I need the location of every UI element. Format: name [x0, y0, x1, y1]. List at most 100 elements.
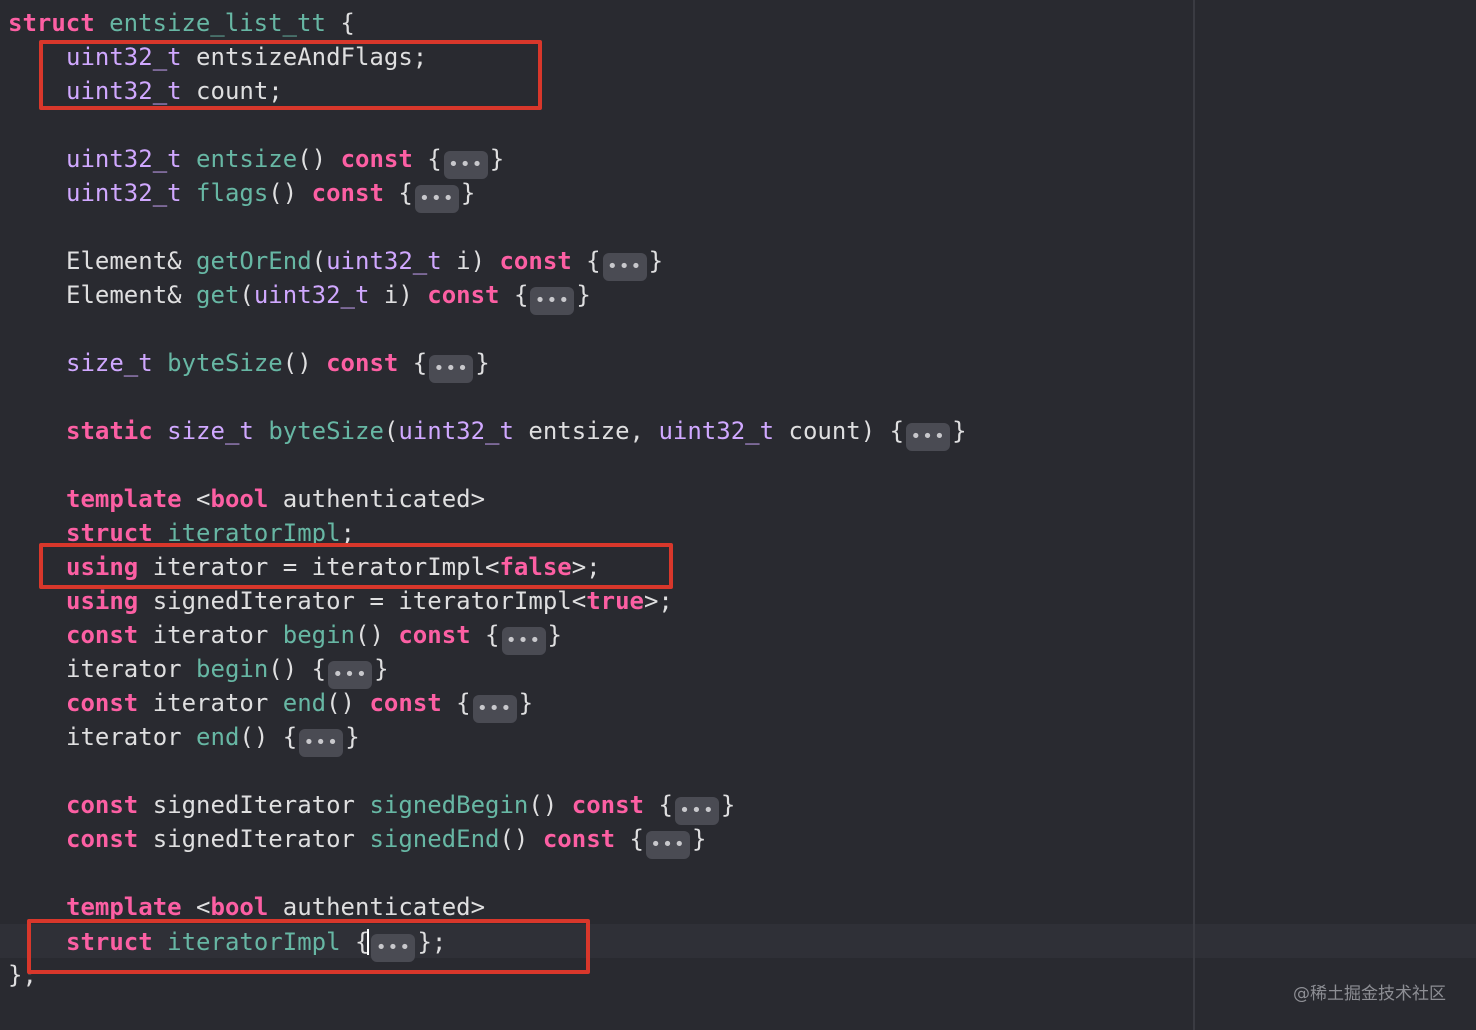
code-line[interactable]: const iterator end() const {•••}	[66, 686, 533, 723]
plain-token: }	[475, 349, 490, 377]
function-token: begin	[282, 621, 355, 649]
plain-token: i)	[369, 281, 428, 309]
code-line[interactable]: static size_t byteSize(uint32_t entsize,…	[66, 414, 967, 451]
highlight-box-iterator-impl	[27, 919, 590, 974]
plain-token: <	[181, 893, 211, 921]
plain-token: }	[692, 825, 707, 853]
function-token: getOrEnd	[196, 247, 312, 275]
function-token: signedBegin	[369, 791, 529, 819]
code-fold-ellipsis[interactable]: •••	[472, 695, 517, 723]
code-line[interactable]: iterator begin() {•••}	[66, 652, 389, 689]
plain-token: {	[383, 179, 413, 207]
keyword-token: const	[311, 179, 384, 207]
plain-token: <	[181, 485, 211, 513]
code-fold-ellipsis[interactable]: •••	[530, 287, 575, 315]
function-token: end	[282, 689, 327, 717]
plain-token: }	[374, 655, 389, 683]
plain-token: }	[648, 247, 664, 275]
plain-token: ()	[282, 349, 327, 377]
plain-token: (	[383, 417, 399, 445]
plain-token: {	[398, 349, 428, 377]
code-line[interactable]: using signedIterator = iteratorImpl<true…	[66, 584, 673, 618]
code-fold-ellipsis[interactable]: •••	[443, 151, 488, 179]
plain-token: ()	[499, 825, 543, 853]
plain-token: {	[644, 791, 673, 819]
function-token: get	[196, 281, 240, 309]
plain-token: {	[571, 247, 601, 275]
highlight-box-iterator	[39, 543, 673, 589]
code-editor[interactable]: struct entsize_list_tt { uint32_t entsiz…	[0, 0, 1476, 1030]
code-fold-ellipsis[interactable]: •••	[646, 831, 690, 859]
function-token: flags	[196, 179, 269, 207]
plain-token: {	[441, 689, 471, 717]
struct-name-token: entsize_list_tt	[109, 9, 326, 37]
code-line[interactable]: uint32_t entsize() const {•••}	[66, 142, 505, 179]
plain-token: {	[325, 9, 355, 37]
code-line[interactable]: const signedIterator signedEnd() const {…	[66, 822, 707, 859]
keyword-token: const	[66, 689, 139, 717]
code-line[interactable]: size_t byteSize() const {•••}	[66, 346, 490, 383]
type-token: uint32_t	[398, 417, 514, 445]
plain-token: }	[952, 417, 967, 445]
keyword-token: const	[571, 791, 644, 819]
plain-token: (	[311, 247, 327, 275]
plain-token: }	[720, 791, 736, 819]
code-line[interactable]: const signedIterator signedBegin() const…	[66, 788, 736, 825]
plain-token: authenticated>	[268, 893, 486, 921]
keyword-token: template	[66, 485, 182, 513]
page-guide-line	[1193, 0, 1195, 1030]
plain-token: >;	[643, 587, 673, 615]
keyword-token: const	[398, 621, 471, 649]
watermark: @稀土掘金技术社区	[1293, 984, 1446, 1004]
keyword-token: const	[340, 145, 413, 173]
plain-token: () {	[239, 723, 298, 751]
plain-token: {	[615, 825, 644, 853]
plain-token: }	[489, 145, 505, 173]
keyword-token: bool	[210, 893, 269, 921]
keyword-token: const	[499, 247, 572, 275]
code-fold-ellipsis[interactable]: •••	[328, 661, 373, 689]
keyword-token: static	[66, 417, 153, 445]
keyword-token: const	[542, 825, 616, 853]
keyword-token: using	[66, 587, 139, 615]
code-line[interactable]: uint32_t flags() const {•••}	[66, 176, 475, 213]
code-fold-ellipsis[interactable]: •••	[501, 627, 546, 655]
keyword-token: const	[66, 825, 139, 853]
code-fold-ellipsis[interactable]: •••	[602, 253, 647, 281]
plain-token: ()	[297, 145, 341, 173]
code-line[interactable]: iterator end() {•••}	[66, 720, 360, 757]
function-token: signedEnd	[369, 825, 500, 853]
type-token: uint32_t	[658, 417, 775, 445]
code-line[interactable]: struct entsize_list_tt {	[8, 6, 355, 40]
code-line[interactable]: Element& get(uint32_t i) const {•••}	[66, 278, 591, 315]
code-line[interactable]: const iterator begin() const {•••}	[66, 618, 562, 655]
type-token: size_t	[167, 417, 254, 445]
keyword-token: const	[427, 281, 500, 309]
highlight-box-fields	[39, 40, 542, 110]
code-fold-ellipsis[interactable]: •••	[414, 185, 459, 213]
plain-token: i)	[441, 247, 500, 275]
plain-token: ()	[528, 791, 572, 819]
plain-token: }	[547, 621, 562, 649]
code-fold-ellipsis[interactable]: •••	[429, 355, 474, 383]
type-token: uint32_t	[326, 247, 442, 275]
code-line[interactable]: Element& getOrEnd(uint32_t i) const {•••…	[66, 244, 664, 281]
plain-token: Element&	[66, 247, 197, 275]
code-fold-ellipsis[interactable]: •••	[674, 797, 719, 825]
plain-token: }	[576, 281, 591, 309]
code-fold-ellipsis[interactable]: •••	[906, 423, 951, 451]
type-token: size_t	[66, 349, 153, 377]
type-token: uint32_t	[66, 179, 182, 207]
plain-token: ()	[326, 689, 370, 717]
plain-token: signedIterator = iteratorImpl<	[138, 587, 587, 615]
plain-token: {	[499, 281, 529, 309]
plain-token: iterator	[66, 723, 197, 751]
type-token: uint32_t	[66, 145, 182, 173]
plain-token: authenticated>	[268, 485, 486, 513]
code-line[interactable]: template <bool authenticated>	[66, 482, 485, 516]
code-fold-ellipsis[interactable]: •••	[299, 729, 344, 757]
